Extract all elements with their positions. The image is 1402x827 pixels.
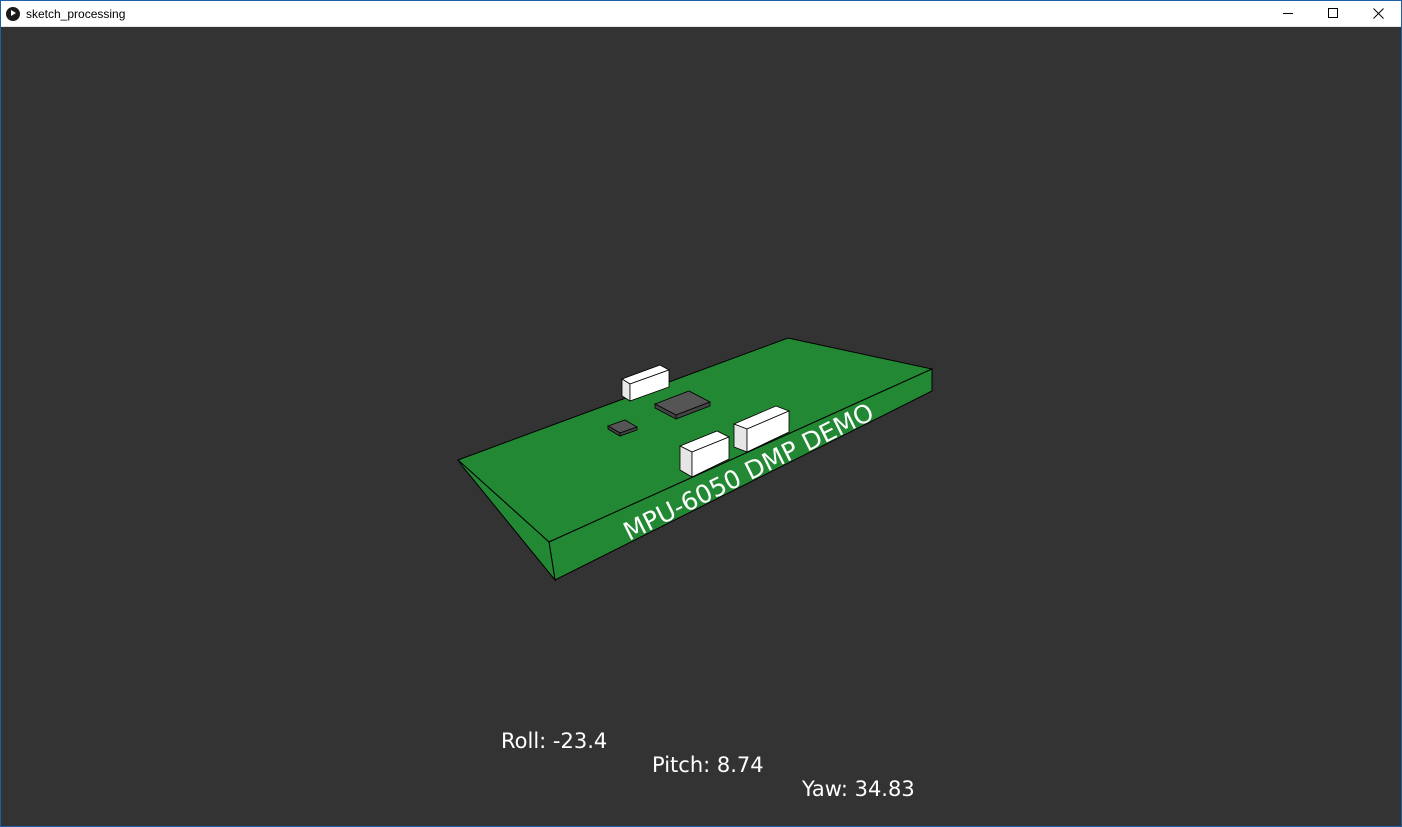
minimize-button[interactable] — [1266, 1, 1311, 27]
title-bar[interactable]: sketch_processing — [1, 1, 1401, 27]
window-controls — [1266, 1, 1401, 27]
roll-value: Roll: -23.4 — [501, 729, 608, 753]
maximize-button[interactable] — [1311, 1, 1356, 27]
pitch-value: Pitch: 8.74 — [652, 753, 764, 777]
processing-app-icon[interactable] — [6, 6, 20, 21]
mpu6050-3d-scene: MPU-6050 DMP DEMO — [457, 337, 934, 582]
yaw-value: Yaw: 34.83 — [802, 777, 915, 801]
close-icon — [1373, 8, 1384, 19]
close-button[interactable] — [1356, 1, 1401, 27]
orientation-readout: Roll: -23.4 Pitch: 8.74 Yaw: 34.83 — [501, 705, 915, 825]
sketch-canvas[interactable]: MPU-6050 DMP DEMO Roll: -23.4 Pitch: 8.7… — [1, 27, 1401, 826]
app-window: sketch_processing MPU-6050 DMP DEMO Roll… — [0, 0, 1402, 827]
window-title: sketch_processing — [26, 6, 126, 21]
